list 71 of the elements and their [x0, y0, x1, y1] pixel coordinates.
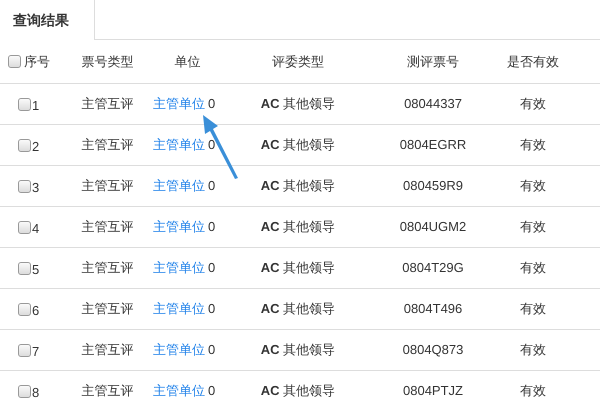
judge-type: AC 其他领导: [260, 300, 336, 318]
ticket-number: 08044337: [404, 95, 462, 114]
validity: 有效: [520, 382, 546, 400]
ticket-type: 主管互评: [82, 300, 134, 318]
unit-link[interactable]: 主管单位: [153, 135, 205, 155]
ticket-number: 0804Q873: [402, 341, 464, 360]
validity: 有效: [520, 136, 546, 154]
row-number: 4: [32, 220, 40, 238]
validity: 有效: [520, 341, 546, 360]
unit-count: 0: [208, 136, 216, 154]
checkbox[interactable]: [18, 344, 31, 356]
checkbox[interactable]: [18, 262, 31, 274]
checkbox[interactable]: [18, 220, 31, 234]
unit-link[interactable]: 主管单位: [153, 176, 205, 196]
checkbox[interactable]: [18, 98, 31, 110]
judge-type: AC 其他领导: [260, 177, 336, 196]
unit-count: 0: [208, 259, 216, 278]
unit-count: 0: [208, 300, 216, 318]
column-header: 是否有效: [507, 52, 559, 71]
judge-type: AC 其他领导: [260, 341, 336, 360]
column-header: 序号: [24, 52, 50, 71]
ticket-type: 主管互评: [82, 136, 134, 154]
ticket-type: 主管互评: [82, 95, 134, 114]
ticket-type: 主管互评: [82, 382, 134, 400]
validity: 有效: [520, 300, 546, 318]
ticket-type: 主管互评: [82, 218, 134, 236]
checkbox[interactable]: [18, 180, 31, 192]
ticket-number: 0804UGM2: [400, 218, 466, 236]
unit-count: 0: [208, 341, 216, 360]
row-number: 1: [32, 97, 40, 116]
unit-link[interactable]: 主管单位: [153, 217, 205, 237]
checkbox[interactable]: [18, 138, 31, 152]
unit-link[interactable]: 主管单位: [153, 94, 205, 114]
ticket-number: 0804T496: [404, 300, 462, 318]
ticket-number: 0804PTJZ: [403, 382, 463, 400]
checkbox[interactable]: [18, 302, 31, 316]
ticket-type: 主管互评: [82, 177, 134, 196]
ticket-type: 主管互评: [82, 259, 134, 278]
unit-link[interactable]: 主管单位: [153, 381, 205, 400]
validity: 有效: [520, 259, 546, 278]
validity: 有效: [520, 177, 546, 196]
unit-link[interactable]: 主管单位: [153, 258, 205, 278]
judge-type: AC 其他领导: [260, 218, 336, 236]
ticket-number: 080459R9: [403, 177, 463, 196]
column-header: 票号类型: [82, 52, 134, 71]
row-number: 3: [32, 179, 40, 198]
row-number: 6: [32, 302, 40, 320]
row-number: 7: [32, 343, 40, 362]
unit-count: 0: [208, 95, 216, 114]
judge-type: AC 其他领导: [260, 136, 336, 154]
unit-count: 0: [208, 177, 216, 196]
unit-count: 0: [208, 218, 216, 236]
column-header: 测评票号: [407, 52, 459, 71]
checkbox[interactable]: [18, 384, 31, 398]
ticket-type: 主管互评: [82, 341, 134, 360]
unit-link[interactable]: 主管单位: [153, 299, 205, 319]
judge-type: AC 其他领导: [260, 259, 336, 278]
validity: 有效: [520, 218, 546, 236]
row-number: 5: [32, 261, 40, 280]
validity: 有效: [520, 95, 546, 114]
checkbox[interactable]: [8, 55, 21, 68]
column-header: 单位: [174, 52, 200, 71]
ticket-number: 0804EGRR: [400, 136, 466, 154]
column-header: 评委类型: [272, 52, 324, 71]
unit-count: 0: [208, 382, 216, 400]
ticket-number: 0804T29G: [402, 259, 464, 278]
judge-type: AC 其他领导: [260, 382, 336, 400]
row-number: 2: [32, 138, 40, 156]
unit-link[interactable]: 主管单位: [153, 340, 205, 360]
row-number: 8: [32, 384, 40, 400]
judge-type: AC 其他领导: [260, 95, 336, 114]
